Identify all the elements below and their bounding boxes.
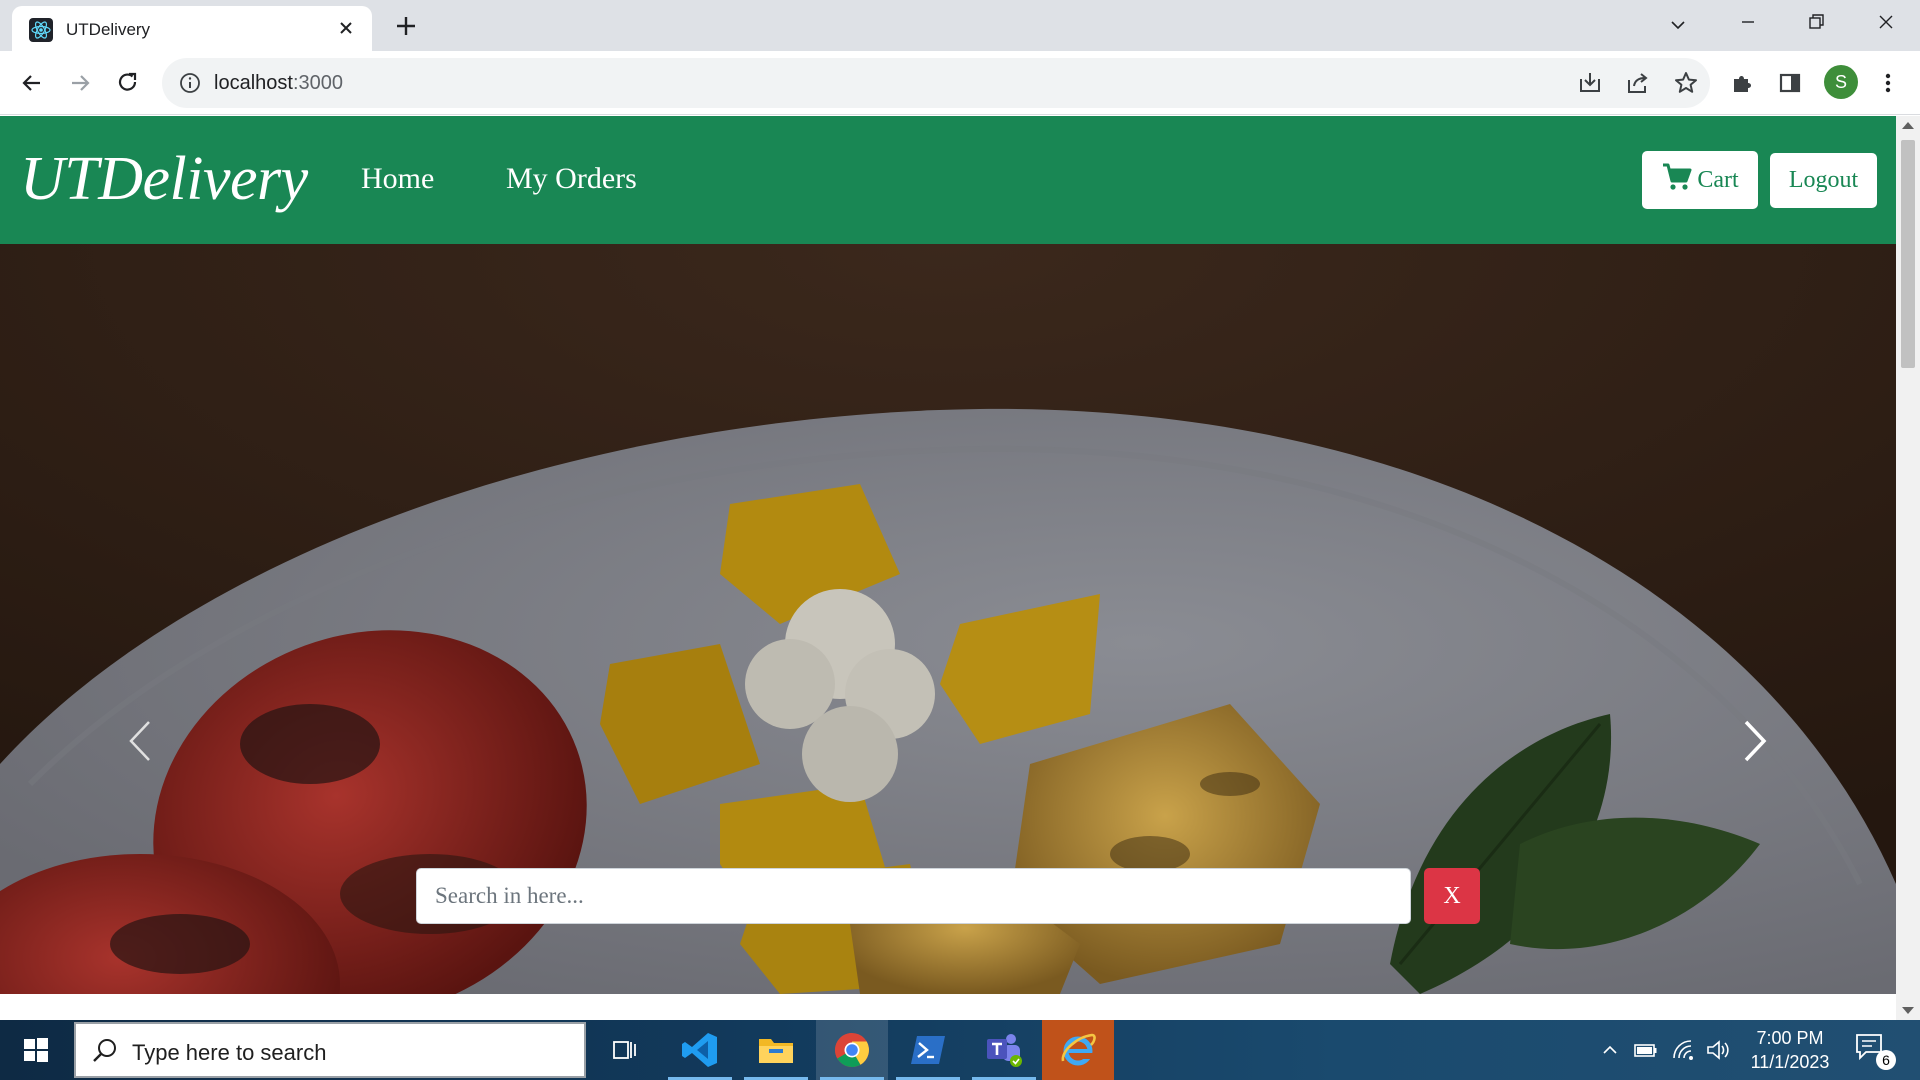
teams-icon[interactable] (968, 1020, 1040, 1080)
url-host: localhost (214, 72, 293, 94)
notification-count-badge: 6 (1876, 1050, 1896, 1070)
new-tab-icon[interactable] (392, 12, 420, 40)
install-app-icon[interactable] (1574, 67, 1606, 99)
back-arrow-icon[interactable] (16, 67, 48, 99)
restore-window-icon[interactable] (1782, 0, 1850, 44)
wifi-icon[interactable] (1670, 1036, 1698, 1064)
clock-time: 7:00 PM (1756, 1028, 1824, 1048)
page-scrollbar[interactable] (1896, 116, 1920, 1020)
windows-taskbar: Type here to search 7:00 PM 11/1/2023 6 (0, 1020, 1920, 1080)
powershell-icon[interactable] (892, 1020, 964, 1080)
clear-search-button[interactable]: X (1424, 868, 1480, 924)
share-icon[interactable] (1622, 67, 1654, 99)
info-icon[interactable] (178, 71, 202, 95)
vscode-icon[interactable] (664, 1020, 736, 1080)
task-view-icon[interactable] (588, 1020, 660, 1080)
extensions-puzzle-icon[interactable] (1726, 67, 1758, 99)
brand-logo[interactable]: UTDelivery (20, 144, 308, 215)
minimize-window-icon[interactable] (1714, 0, 1782, 44)
scroll-up-arrow-icon[interactable] (1902, 122, 1914, 129)
taskbar-clock[interactable]: 7:00 PM 11/1/2023 (1730, 1026, 1850, 1074)
internet-explorer-icon[interactable] (1042, 1020, 1114, 1080)
scroll-down-arrow-icon[interactable] (1902, 1007, 1914, 1014)
nav-link-my-orders[interactable]: My Orders (506, 162, 637, 196)
carousel-next-chevron-icon[interactable] (1728, 716, 1778, 766)
browser-tab[interactable]: UTDelivery (12, 6, 372, 51)
browser-toolbar: localhost:3000 S (0, 51, 1920, 115)
search-input[interactable] (416, 868, 1411, 924)
battery-icon[interactable] (1632, 1036, 1660, 1064)
bookmark-star-icon[interactable] (1670, 67, 1702, 99)
cart-label: Cart (1697, 166, 1739, 193)
react-favicon-icon (29, 18, 53, 42)
nav-link-home[interactable]: Home (361, 162, 434, 196)
shopping-cart-icon (1661, 161, 1693, 200)
scrollbar-thumb[interactable] (1901, 140, 1915, 368)
chrome-icon[interactable] (816, 1020, 888, 1080)
taskbar-search-placeholder: Type here to search (132, 1040, 327, 1065)
logout-button[interactable]: Logout (1770, 153, 1877, 208)
tab-title: UTDelivery (66, 20, 151, 39)
windows-start-icon[interactable] (0, 1020, 72, 1080)
close-tab-icon[interactable] (334, 16, 358, 40)
side-panel-icon[interactable] (1774, 67, 1806, 99)
volume-icon[interactable] (1704, 1036, 1732, 1064)
forward-arrow-icon[interactable] (64, 67, 96, 99)
carousel-prev-chevron-icon[interactable] (117, 716, 167, 766)
close-window-icon[interactable] (1852, 0, 1920, 44)
page-viewport: UTDelivery Home My Orders Cart Logout Se… (0, 116, 1896, 1020)
url-port: :3000 (292, 72, 343, 94)
chevron-down-icon[interactable] (1664, 11, 1692, 39)
profile-avatar[interactable]: S (1824, 65, 1858, 99)
url-text: localhost:3000 (214, 72, 343, 95)
browser-tab-strip: UTDelivery (0, 0, 1920, 51)
more-menu-icon[interactable] (1872, 67, 1904, 99)
address-bar[interactable]: localhost:3000 (162, 58, 1710, 108)
reload-icon[interactable] (112, 67, 144, 99)
cart-button[interactable]: Cart (1642, 151, 1758, 209)
taskbar-search-box[interactable]: Type here to search (74, 1022, 586, 1078)
search-icon (90, 1036, 120, 1066)
file-explorer-icon[interactable] (740, 1020, 812, 1080)
clock-date: 11/1/2023 (1750, 1052, 1830, 1072)
chevron-up-icon[interactable] (1596, 1036, 1624, 1064)
site-navbar: UTDelivery Home My Orders Cart Logout (0, 116, 1896, 244)
notification-center-icon[interactable]: 6 (1854, 1032, 1896, 1072)
